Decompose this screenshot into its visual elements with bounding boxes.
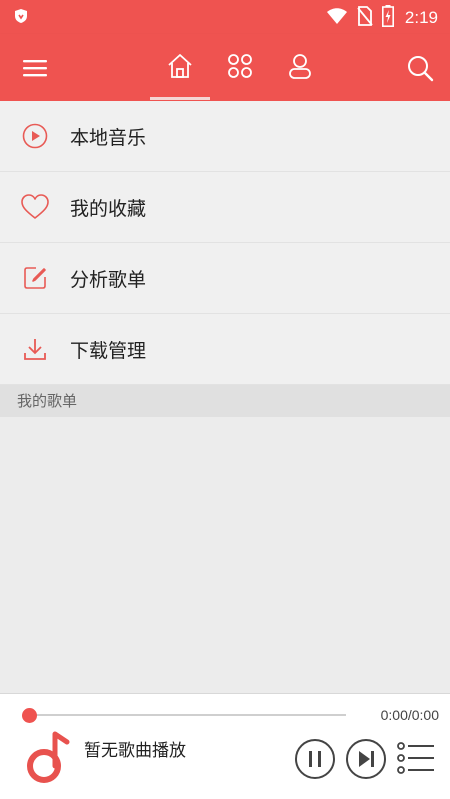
menu-item-local-music[interactable]: 本地音乐 — [0, 101, 450, 172]
shield-icon — [14, 8, 28, 28]
tab-discover[interactable] — [220, 34, 260, 101]
menu-item-label: 下载管理 — [70, 339, 147, 362]
play-circle-icon — [20, 121, 50, 151]
menu-item-downloads[interactable]: 下载管理 — [0, 314, 450, 385]
home-icon — [166, 52, 194, 84]
song-title: 暂无歌曲播放 — [84, 741, 186, 761]
status-bar: 2:19 — [0, 0, 450, 34]
app-bar — [0, 34, 450, 101]
menu-item-analyze-playlist[interactable]: 分析歌单 — [0, 243, 450, 314]
playlist-icon[interactable] — [396, 740, 436, 784]
edit-icon — [20, 263, 50, 293]
discover-icon — [226, 52, 254, 84]
menu-item-favorites[interactable]: 我的收藏 — [0, 172, 450, 243]
status-time: 2:19 — [404, 8, 438, 27]
menu-icon[interactable] — [14, 34, 56, 101]
menu-item-label: 我的收藏 — [70, 197, 147, 220]
seek-thumb[interactable] — [22, 708, 37, 723]
next-button[interactable] — [345, 738, 387, 784]
no-sim-icon — [357, 6, 373, 30]
menu-list: 本地音乐 我的收藏 分析歌单 下载管理 — [0, 101, 450, 385]
tab-user[interactable] — [280, 34, 320, 101]
music-note-icon[interactable] — [24, 730, 70, 786]
battery-charging-icon — [381, 5, 394, 31]
menu-item-label: 本地音乐 — [70, 126, 147, 149]
mini-player: 0:00/0:00 暂无歌曲播放 — [0, 693, 450, 799]
search-icon[interactable] — [400, 34, 440, 101]
pause-button[interactable] — [294, 738, 336, 784]
wifi-icon — [326, 7, 348, 29]
section-header-my-playlists: 我的歌单 — [0, 385, 450, 417]
active-tab-indicator — [150, 97, 210, 100]
playback-time: 0:00/0:00 — [380, 707, 439, 723]
tab-home[interactable] — [160, 34, 200, 101]
download-icon — [20, 334, 50, 364]
seek-bar[interactable] — [28, 714, 346, 716]
menu-item-label: 分析歌单 — [70, 268, 147, 291]
heart-icon — [20, 192, 50, 222]
user-icon — [286, 52, 314, 84]
